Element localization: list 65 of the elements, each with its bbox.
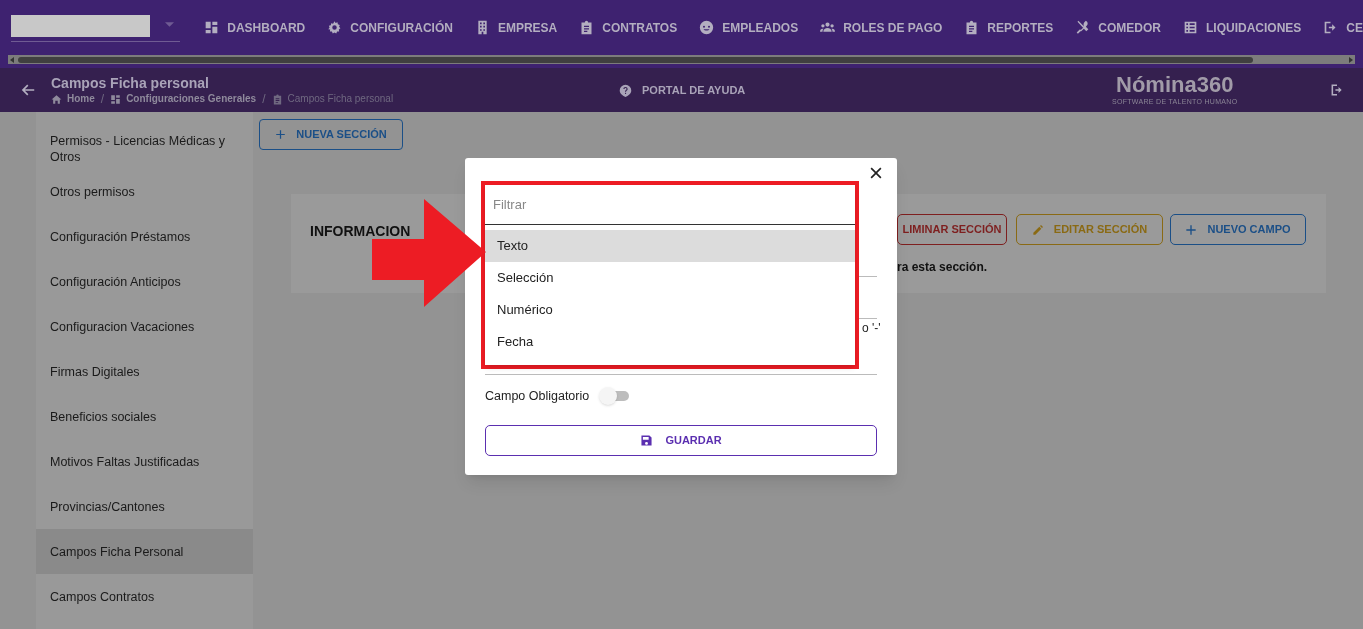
logout-icon (1323, 20, 1339, 35)
nav-link[interactable]: CONFIGURACIÓN (327, 18, 453, 37)
filter-field[interactable]: Filtrar (485, 185, 855, 225)
breadcrumb-separator: / (100, 92, 105, 106)
section-action-button[interactable]: NUEVO CAMPO (1170, 214, 1306, 245)
help-link[interactable]: PORTAL DE AYUDA (619, 82, 746, 99)
logout-button[interactable] (1330, 83, 1344, 97)
nav-link[interactable]: LIQUIDACIONES (1183, 18, 1302, 37)
sidebar-item[interactable]: Motivos Faltas Justificadas (36, 439, 253, 484)
breadcrumb-link[interactable]: Home (51, 92, 95, 106)
dropdown-option[interactable]: Texto (485, 230, 855, 262)
back-arrow-icon (21, 83, 35, 97)
breadcrumb-link[interactable]: Configuraciones Generales (110, 92, 257, 106)
breadcrumb-separator: / (262, 92, 266, 106)
face-icon (699, 20, 715, 35)
nav-link[interactable]: DASHBOARD (204, 18, 306, 37)
dropdown-option[interactable]: Numérico (485, 294, 855, 326)
dropdown-option[interactable]: Selección (485, 262, 855, 294)
company-select[interactable] (11, 13, 181, 42)
clipboard-icon (579, 20, 595, 35)
sidebar-item[interactable]: Campos Contratos (36, 574, 253, 619)
page-title: Campos Ficha personal (51, 74, 210, 92)
close-icon (869, 166, 883, 180)
section-title: INFORMACION (310, 222, 411, 241)
list-icon (1183, 20, 1198, 35)
save-button[interactable]: GUARDAR (485, 425, 877, 456)
sidebar-item[interactable]: Firmas Digitales (36, 349, 253, 394)
people-icon (820, 20, 836, 35)
logout-icon (1330, 83, 1344, 97)
pencil-icon (1031, 223, 1044, 236)
dropdown-option[interactable]: Fecha (485, 326, 855, 358)
nav-link[interactable]: REPORTES (964, 18, 1054, 37)
dashboard-icon (110, 93, 122, 105)
sidebar-item[interactable]: Configuración Anticipos (36, 259, 253, 304)
clipboard-icon (964, 20, 980, 35)
help-icon (619, 83, 632, 97)
section-message: ra esta sección. (897, 259, 988, 276)
dashboard-icon (204, 20, 220, 35)
nav-link[interactable]: CE (1323, 18, 1363, 37)
nav-link[interactable]: COMEDOR (1075, 18, 1161, 37)
home-icon (51, 93, 62, 105)
horizontal-scrollbar[interactable] (8, 55, 1355, 64)
sidebar-item[interactable]: Configuracion Vacaciones (36, 304, 253, 349)
close-button[interactable] (869, 166, 883, 180)
sidebar-item[interactable]: Otros permisos (36, 169, 253, 214)
nav-link[interactable]: EMPLEADOS (699, 18, 799, 37)
nav-link[interactable]: ROLES DE PAGO (820, 18, 943, 37)
plus-icon (1185, 223, 1198, 236)
settings-icon (327, 20, 343, 35)
sidebar-item[interactable]: Beneficios sociales (36, 394, 253, 439)
logo-text: Nómina360 (1116, 72, 1234, 98)
field-text: o '-' (862, 320, 881, 337)
save-icon (640, 434, 654, 447)
dropdown-caret-icon (165, 21, 175, 27)
clipboard-icon (271, 93, 283, 105)
back-button[interactable] (21, 83, 35, 97)
nav-link[interactable]: EMPRESA (474, 18, 558, 37)
plus-icon (275, 129, 287, 140)
required-label: Campo Obligatorio (485, 388, 590, 405)
sidebar-item[interactable]: Permisos - Licencias Médicas y Otros (36, 129, 253, 169)
nav-link[interactable]: CONTRATOS (579, 18, 678, 37)
sidebar-item[interactable]: Provincias/Cantones (36, 484, 253, 529)
sidebar-item[interactable]: Configuración Préstamos (36, 214, 253, 259)
sidebar-item[interactable]: Campos Ficha Personal (36, 529, 253, 574)
utensils-icon (1075, 20, 1091, 35)
